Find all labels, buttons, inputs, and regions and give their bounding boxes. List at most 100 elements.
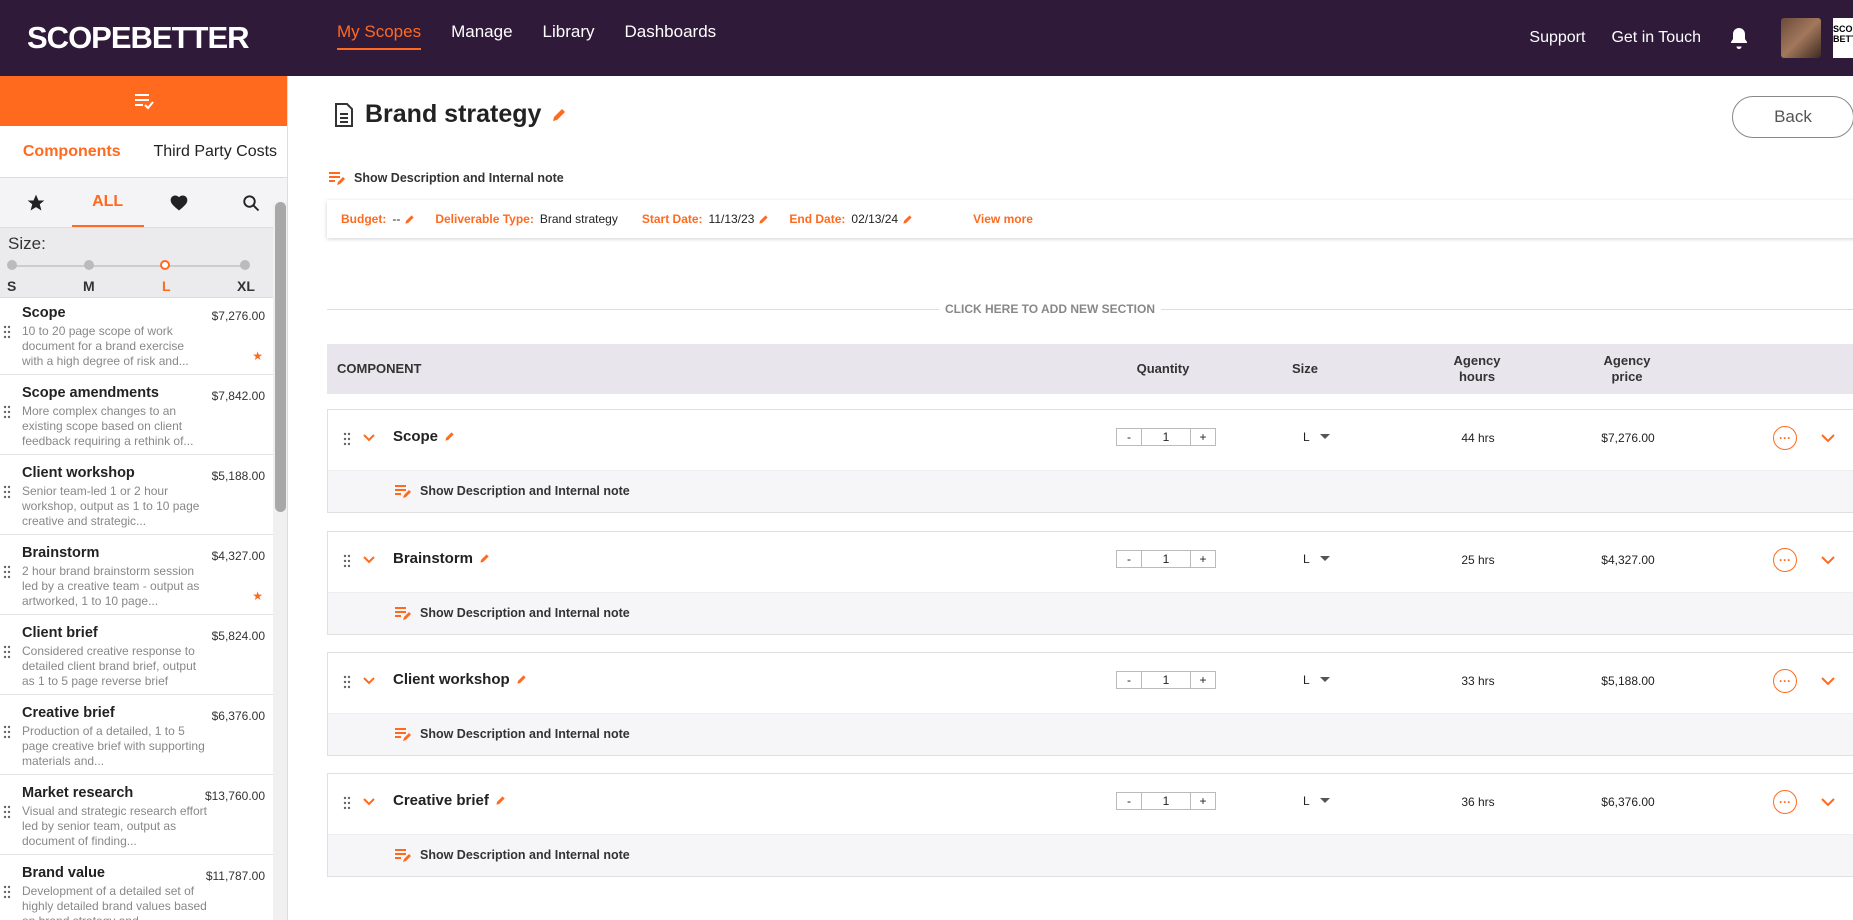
drag-handle-icon[interactable] <box>3 885 11 899</box>
back-button[interactable]: Back <box>1732 96 1853 138</box>
edit-icon[interactable] <box>404 214 415 225</box>
list-item[interactable]: Market research Visual and strategic res… <box>0 775 273 855</box>
decrement-button[interactable]: - <box>1117 429 1141 445</box>
agency-hours: 44 hrs <box>1461 431 1495 445</box>
logo[interactable]: SCOPEBETTER <box>27 20 250 56</box>
list-item[interactable]: Scope amendments More complex changes to… <box>0 375 273 455</box>
list-check-icon[interactable] <box>133 92 155 110</box>
nav-support[interactable]: Support <box>1529 29 1585 47</box>
list-item[interactable]: Brand value Development of a detailed se… <box>0 855 273 920</box>
show-description-toggle[interactable]: Show Description and Internal note <box>394 847 630 863</box>
increment-button[interactable]: + <box>1191 429 1215 445</box>
drag-handle-icon[interactable] <box>3 325 11 339</box>
size-stop-l[interactable] <box>160 260 170 270</box>
view-more-link[interactable]: View more <box>973 212 1033 226</box>
show-description-toggle[interactable]: Show Description and Internal note <box>394 605 630 621</box>
edit-icon[interactable] <box>758 214 769 225</box>
add-new-section-button[interactable]: CLICK HERE TO ADD NEW SECTION <box>939 302 1162 316</box>
show-description-toggle[interactable]: Show Description and Internal note <box>394 483 630 499</box>
avatar[interactable] <box>1781 18 1821 58</box>
edit-icon[interactable] <box>551 107 567 123</box>
size-stop-s[interactable] <box>7 260 17 270</box>
list-item[interactable]: Brainstorm 2 hour brand brainstorm sessi… <box>0 535 273 615</box>
drag-handle-icon[interactable] <box>3 485 11 499</box>
nav-manage[interactable]: Manage <box>451 22 512 50</box>
bell-icon[interactable] <box>1727 26 1751 50</box>
more-options-icon[interactable]: ··· <box>1773 790 1797 814</box>
chevron-down-icon[interactable] <box>1821 796 1835 808</box>
chevron-down-icon[interactable] <box>363 554 375 566</box>
favorites-filter[interactable] <box>144 178 216 227</box>
show-description-toggle[interactable]: Show Description and Internal note <box>394 726 630 742</box>
size-select[interactable]: L <box>1303 430 1330 444</box>
budget-field[interactable]: Budget: -- <box>341 212 415 226</box>
increment-button[interactable]: + <box>1191 672 1215 688</box>
nav-library[interactable]: Library <box>543 22 595 50</box>
end-date-field[interactable]: End Date: 02/13/24 <box>789 212 913 226</box>
decrement-button[interactable]: - <box>1117 793 1141 809</box>
more-options-icon[interactable]: ··· <box>1773 426 1797 450</box>
drag-handle-icon[interactable] <box>3 645 11 659</box>
size-select[interactable]: L <box>1303 673 1330 687</box>
drag-handle-icon[interactable] <box>343 796 351 810</box>
drag-handle-icon[interactable] <box>3 725 11 739</box>
drag-handle-icon[interactable] <box>3 805 11 819</box>
row-name-text: Scope <box>393 428 439 445</box>
star-filter[interactable] <box>0 178 72 227</box>
edit-icon[interactable] <box>516 674 527 685</box>
nav-right: Support Get in Touch SCO BETT <box>1529 0 1853 76</box>
component-price: $11,787.00 <box>205 869 265 883</box>
chevron-down-icon[interactable] <box>363 675 375 687</box>
quantity-value[interactable]: 1 <box>1141 793 1191 809</box>
decrement-button[interactable]: - <box>1117 551 1141 567</box>
size-select[interactable]: L <box>1303 552 1330 566</box>
column-header-quantity: Quantity <box>1136 361 1190 376</box>
chevron-down-icon[interactable] <box>363 432 375 444</box>
table-row: Scope -1 + L 44 hrs $7,276.00 ··· Show De… <box>327 409 1853 513</box>
edit-icon[interactable] <box>444 431 455 442</box>
list-item[interactable]: Scope 10 to 20 page scope of work docume… <box>0 295 273 375</box>
start-date-field[interactable]: Start Date: 11/13/23 <box>642 212 770 226</box>
edit-icon[interactable] <box>495 795 506 806</box>
column-header-agency-hours: Agency hours <box>1453 353 1501 384</box>
show-description-toggle[interactable]: Show Description and Internal note <box>328 170 564 186</box>
sidebar-tabs: Components Third Party Costs <box>0 126 287 178</box>
chevron-down-icon[interactable] <box>1821 554 1835 566</box>
component-price: $5,188.00 <box>211 469 265 483</box>
drag-handle-icon[interactable] <box>343 675 351 689</box>
drag-handle-icon[interactable] <box>343 554 351 568</box>
edit-icon[interactable] <box>479 553 490 564</box>
chevron-down-icon[interactable] <box>1821 675 1835 687</box>
chevron-down-icon[interactable] <box>1821 432 1835 444</box>
quantity-value[interactable]: 1 <box>1141 551 1191 567</box>
list-item[interactable]: Client brief Considered creative respons… <box>0 615 273 695</box>
decrement-button[interactable]: - <box>1117 672 1141 688</box>
all-filter[interactable]: ALL <box>71 178 144 227</box>
increment-button[interactable]: + <box>1191 551 1215 567</box>
more-options-icon[interactable]: ··· <box>1773 669 1797 693</box>
nav-dashboards[interactable]: Dashboards <box>625 22 717 50</box>
component-desc: 10 to 20 page scope of work document for… <box>22 324 189 368</box>
chevron-down-icon[interactable] <box>363 796 375 808</box>
drag-handle-icon[interactable] <box>3 565 11 579</box>
tab-third-party-costs[interactable]: Third Party Costs <box>144 126 288 177</box>
list-item[interactable]: Creative brief Production of a detailed,… <box>0 695 273 775</box>
quantity-value[interactable]: 1 <box>1141 429 1191 445</box>
size-select[interactable]: L <box>1303 794 1330 808</box>
sidebar-scrollbar[interactable] <box>275 202 286 512</box>
size-slider-track[interactable] <box>12 265 244 267</box>
component-desc: Visual and strategic research effort led… <box>22 804 207 848</box>
tab-components[interactable]: Components <box>0 126 144 177</box>
quantity-value[interactable]: 1 <box>1141 672 1191 688</box>
nav-get-in-touch[interactable]: Get in Touch <box>1611 29 1701 47</box>
nav-my-scopes[interactable]: My Scopes <box>337 22 422 50</box>
drag-handle-icon[interactable] <box>343 432 351 446</box>
more-options-icon[interactable]: ··· <box>1773 548 1797 572</box>
list-item[interactable]: Client workshop Senior team-led 1 or 2 h… <box>0 455 273 535</box>
drag-handle-icon[interactable] <box>3 405 11 419</box>
component-price: $6,376.00 <box>211 709 265 723</box>
size-stop-xl[interactable] <box>240 260 250 270</box>
size-stop-m[interactable] <box>84 260 94 270</box>
edit-icon[interactable] <box>902 214 913 225</box>
increment-button[interactable]: + <box>1191 793 1215 809</box>
